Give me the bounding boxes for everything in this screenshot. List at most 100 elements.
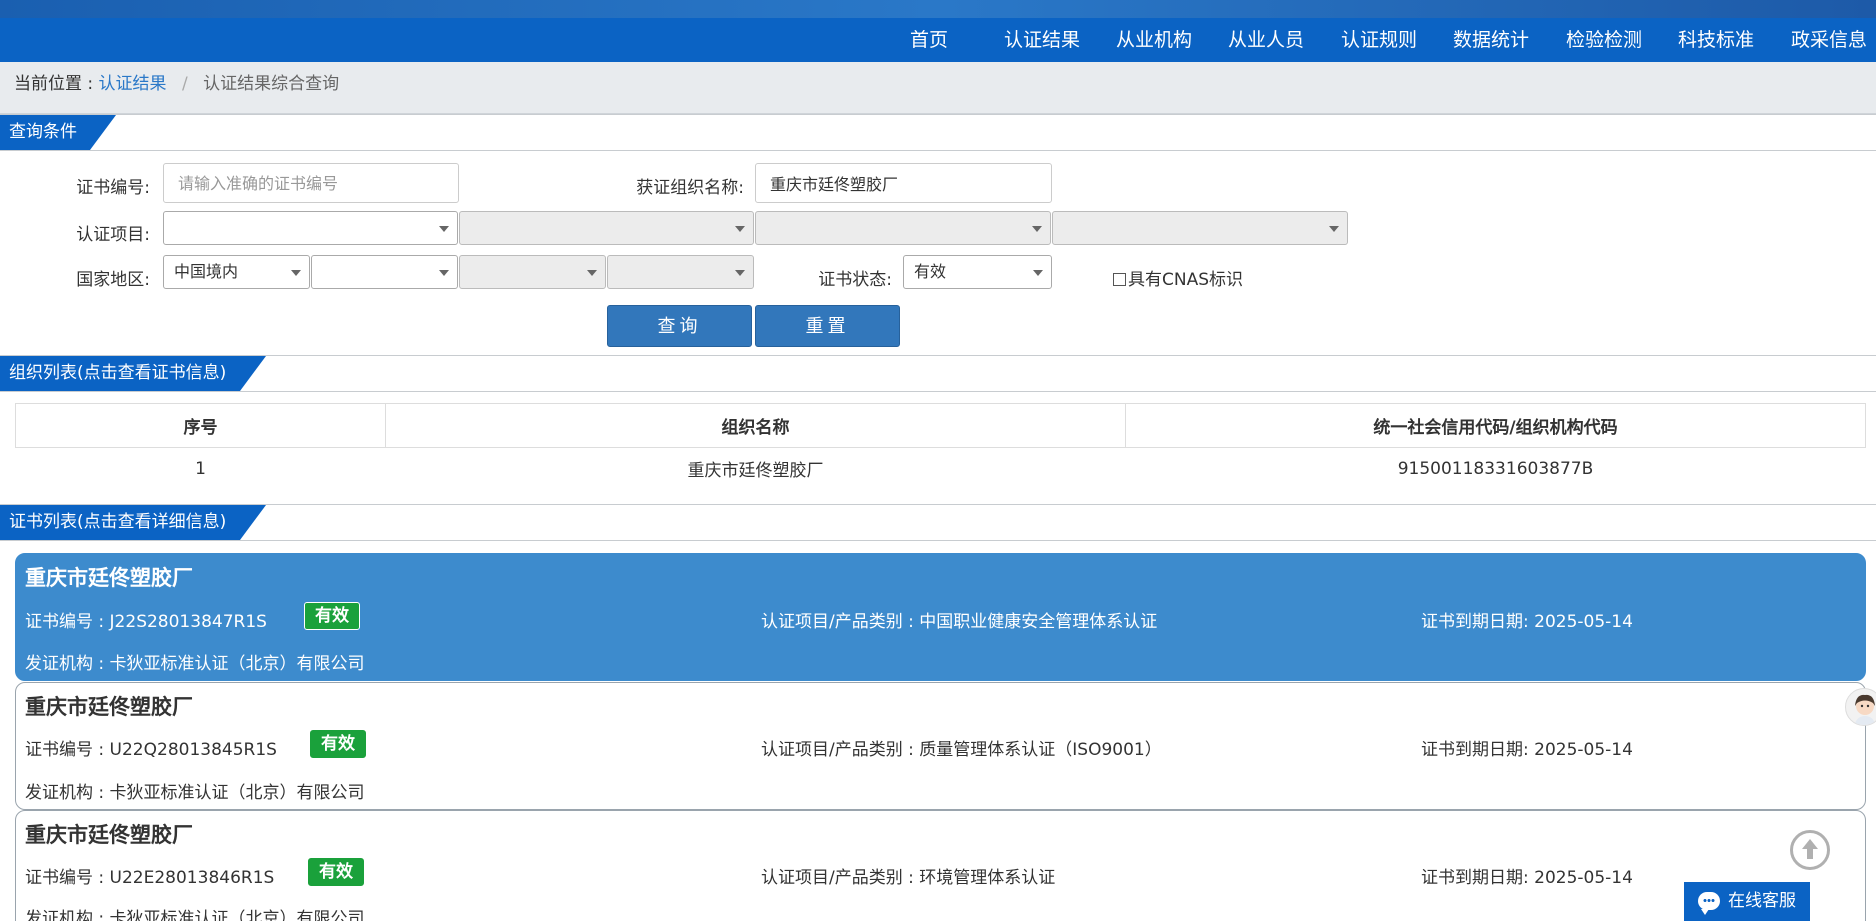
cert-card-org-name: 重庆市廷佟塑胶厂 <box>25 566 193 590</box>
issuer-prefix: 发证机构 : <box>25 783 105 803</box>
org-index-cell: 1 <box>195 458 206 479</box>
project-prefix: 认证项目/产品类别 : <box>761 868 914 888</box>
cert-project-label: 认证项目: <box>76 225 150 245</box>
cert-card[interactable]: 重庆市廷佟塑胶厂 证书编号 : J22S28013847R1S 有效 认证项目/… <box>15 553 1866 681</box>
region-select-province[interactable] <box>311 255 458 289</box>
cert-no-value: U22E28013846R1S <box>109 868 275 888</box>
cert-card-cert-no: 证书编号 : U22E28013846R1S <box>25 863 274 888</box>
chevron-down-icon <box>1032 226 1042 232</box>
cert-no-label: 证书编号: <box>76 178 150 198</box>
status-badge: 有效 <box>304 602 360 630</box>
online-service-button[interactable]: 在线客服 <box>1684 882 1810 921</box>
breadcrumb-link-cert-results[interactable]: 认证结果 <box>99 74 167 94</box>
expiry-prefix: 证书到期日期: <box>1421 612 1529 632</box>
chevron-down-icon <box>1033 270 1043 276</box>
chevron-down-icon <box>291 270 301 276</box>
org-table: 序号 组织名称 统一社会信用代码/组织机构代码 1 重庆市廷佟塑胶厂 91500… <box>15 403 1866 490</box>
support-avatar-icon[interactable] <box>1845 688 1876 726</box>
status-select[interactable]: 有效 <box>903 255 1052 289</box>
cert-no-prefix: 证书编号 : <box>25 612 105 632</box>
checkbox-icon[interactable] <box>1113 273 1126 286</box>
chevron-down-icon <box>439 226 449 232</box>
top-banner-strip <box>0 0 1876 18</box>
status-badge: 有效 <box>310 730 366 758</box>
org-name-label: 获证组织名称: <box>636 178 744 198</box>
cert-list-section-header: 证书列表(点击查看详细信息) <box>0 504 1876 541</box>
nav-item-cert-results[interactable]: 认证结果 <box>1004 18 1080 62</box>
cert-no-value: J22S28013847R1S <box>109 612 267 632</box>
org-name-input[interactable] <box>755 163 1052 203</box>
status-badge: 有效 <box>308 858 364 886</box>
nav-item-testing[interactable]: 检验检测 <box>1566 18 1642 62</box>
region-select-value: 中国境内 <box>174 262 239 281</box>
query-section-header: 查询条件 <box>0 114 1876 151</box>
org-table-header-index: 序号 <box>15 403 386 448</box>
cert-project-select-4[interactable] <box>1052 211 1348 245</box>
cert-no-input[interactable] <box>163 163 459 203</box>
org-list-section-header: 组织列表(点击查看证书信息) <box>0 355 1876 392</box>
breadcrumb: 当前位置 : 认证结果 / 认证结果综合查询 <box>0 62 1876 114</box>
cert-card-project: 认证项目/产品类别 : 中国职业健康安全管理体系认证 <box>761 607 1157 632</box>
cnas-checkbox[interactable]: 具有CNAS标识 <box>1113 265 1243 290</box>
issuer-value: 卡狄亚标准认证（北京）有限公司 <box>109 654 365 674</box>
org-list-section-title: 组织列表(点击查看证书信息) <box>0 356 266 391</box>
breadcrumb-prefix: 当前位置 : <box>14 74 94 94</box>
region-select-city[interactable] <box>459 255 606 289</box>
cnas-checkbox-label: 具有CNAS标识 <box>1128 270 1244 290</box>
issuer-value: 卡狄亚标准认证（北京）有限公司 <box>109 909 365 921</box>
cert-card-issuer: 发证机构 : 卡狄亚标准认证（北京）有限公司 <box>25 904 365 921</box>
cert-project-select-2[interactable] <box>459 211 754 245</box>
project-value: 中国职业健康安全管理体系认证 <box>919 612 1158 632</box>
nav-item-standards[interactable]: 科技标准 <box>1678 18 1754 62</box>
org-table-header-code: 统一社会信用代码/组织机构代码 <box>1125 403 1866 448</box>
issuer-value: 卡狄亚标准认证（北京）有限公司 <box>109 783 365 803</box>
cert-no-value: U22Q28013845R1S <box>109 740 277 760</box>
chevron-down-icon <box>735 226 745 232</box>
issuer-prefix: 发证机构 : <box>25 909 105 921</box>
nav-item-statistics[interactable]: 数据统计 <box>1453 18 1529 62</box>
chevron-down-icon <box>735 270 745 276</box>
project-prefix: 认证项目/产品类别 : <box>761 740 914 760</box>
status-select-value: 有效 <box>914 262 947 281</box>
cert-card-org-name: 重庆市廷佟塑胶厂 <box>25 695 193 719</box>
main-nav: 首页 认证结果 从业机构 从业人员 认证规则 数据统计 检验检测 科技标准 政采… <box>0 18 1876 62</box>
cert-project-select-1[interactable] <box>163 211 458 245</box>
avatar-face-icon <box>1854 694 1876 725</box>
cert-card-cert-no: 证书编号 : J22S28013847R1S <box>25 607 267 632</box>
project-value: 环境管理体系认证 <box>919 868 1056 888</box>
online-service-label: 在线客服 <box>1728 891 1796 911</box>
cert-no-prefix: 证书编号 : <box>25 868 105 888</box>
expiry-value: 2025-05-14 <box>1534 868 1633 888</box>
project-prefix: 认证项目/产品类别 : <box>761 612 914 632</box>
nav-item-rules[interactable]: 认证规则 <box>1341 18 1417 62</box>
nav-item-personnel[interactable]: 从业人员 <box>1228 18 1304 62</box>
cert-card-cert-no: 证书编号 : U22Q28013845R1S <box>25 735 277 760</box>
region-select-country[interactable]: 中国境内 <box>163 255 310 289</box>
nav-item-institutions[interactable]: 从业机构 <box>1116 18 1192 62</box>
cert-card-issuer: 发证机构 : 卡狄亚标准认证（北京）有限公司 <box>25 649 365 674</box>
org-table-header-row: 序号 组织名称 统一社会信用代码/组织机构代码 <box>15 403 1866 448</box>
cert-card[interactable]: 重庆市廷佟塑胶厂 证书编号 : U22Q28013845R1S 有效 认证项目/… <box>15 682 1866 810</box>
cert-card-expiry: 证书到期日期: 2025-05-14 <box>1421 735 1633 760</box>
cert-project-select-3[interactable] <box>755 211 1051 245</box>
status-label: 证书状态: <box>818 270 892 290</box>
nav-item-home[interactable]: 首页 <box>910 18 948 62</box>
arrow-up-stem <box>1807 848 1813 859</box>
cert-no-prefix: 证书编号 : <box>25 740 105 760</box>
reset-button[interactable]: 重置 <box>755 305 900 347</box>
nav-item-procurement[interactable]: 政采信息 <box>1791 18 1867 62</box>
table-row[interactable]: 1 重庆市廷佟塑胶厂 91500118331603877B <box>16 448 1866 490</box>
org-code-cell: 91500118331603877B <box>1397 458 1594 479</box>
cert-card-org-name: 重庆市廷佟塑胶厂 <box>25 823 193 847</box>
chat-dots-icon <box>1703 899 1715 902</box>
region-select-district[interactable] <box>607 255 754 289</box>
query-section-title: 查询条件 <box>0 115 116 150</box>
search-button[interactable]: 查询 <box>607 305 752 347</box>
expiry-value: 2025-05-14 <box>1534 612 1633 632</box>
scroll-to-top-icon[interactable] <box>1790 830 1830 870</box>
cert-card[interactable]: 重庆市廷佟塑胶厂 证书编号 : U22E28013846R1S 有效 认证项目/… <box>15 810 1866 921</box>
expiry-value: 2025-05-14 <box>1534 740 1633 760</box>
chevron-down-icon <box>587 270 597 276</box>
chevron-down-icon <box>1329 226 1339 232</box>
cert-card-issuer: 发证机构 : 卡狄亚标准认证（北京）有限公司 <box>25 778 365 803</box>
